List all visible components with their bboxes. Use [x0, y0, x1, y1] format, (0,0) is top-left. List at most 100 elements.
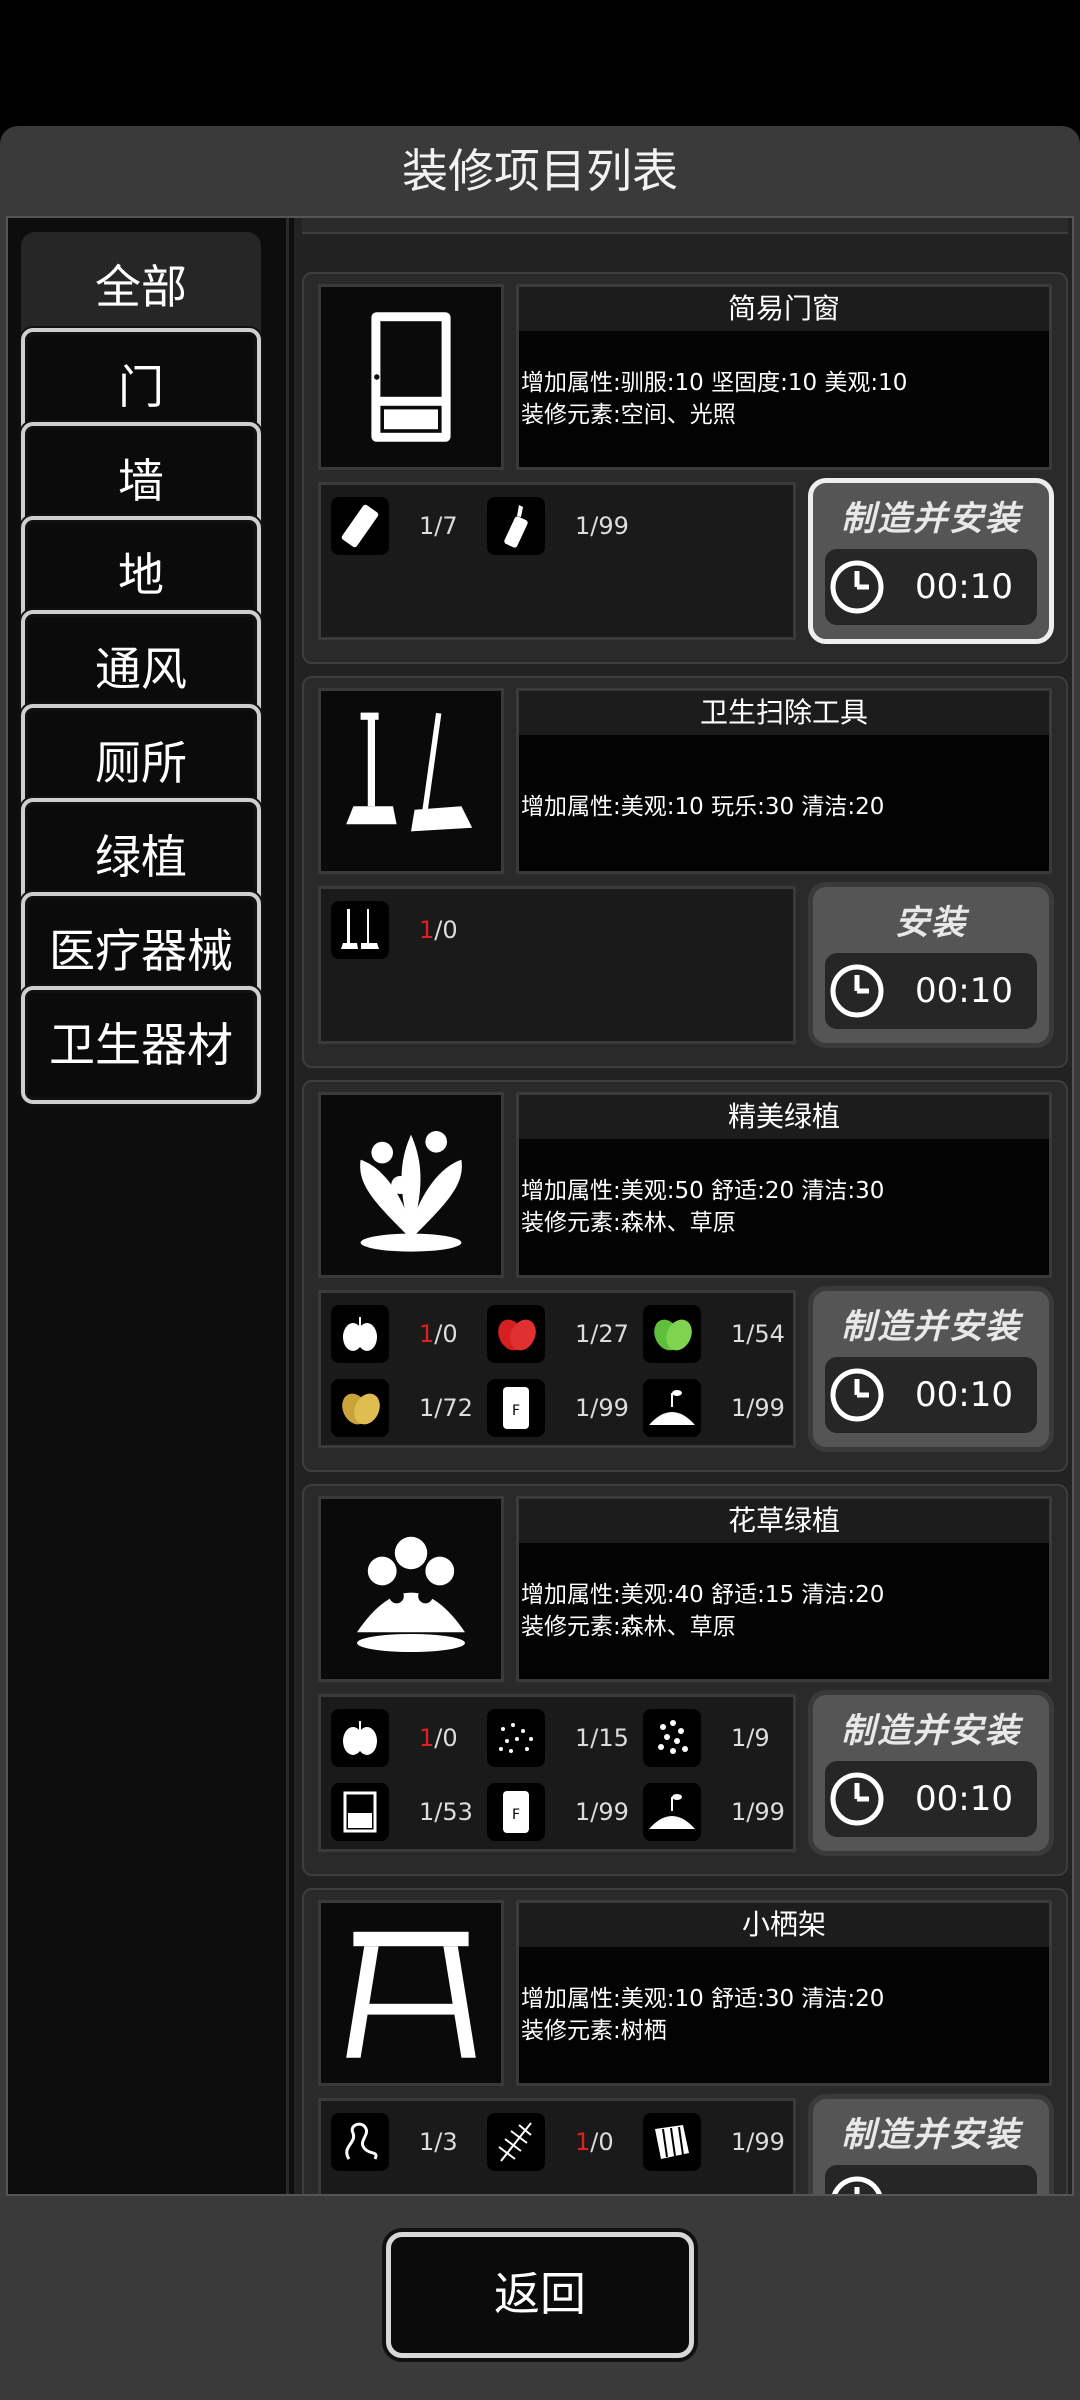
vine-icon	[331, 2113, 389, 2171]
craft-install-button[interactable]: 制造并安装 00:10	[808, 478, 1054, 644]
fertilizer-bag-icon: F	[487, 1379, 545, 1437]
material-entry: 1/72	[331, 1377, 481, 1439]
item-name: 精美绿植	[519, 1095, 1049, 1139]
materials-panel: 1/3 1/0 1/99	[318, 2098, 796, 2194]
item-elements: 装修元素:空间、光照	[521, 402, 736, 428]
flower-pot-icon	[331, 1783, 389, 1841]
flower-bush-icon	[318, 1496, 504, 1682]
item-info: 小栖架 增加属性:美观:10 舒适:30 清洁:20 装修元素:树栖	[516, 1900, 1052, 2086]
item-card: 简易门窗 增加属性:驯服:10 坚固度:10 美观:10 装修元素:空间、光照 …	[302, 272, 1068, 664]
material-entry: 1/3	[331, 2111, 481, 2173]
yellow-leaf-icon	[331, 1379, 389, 1437]
item-name: 简易门窗	[519, 287, 1049, 331]
materials-panel: 1/0 1/27 1/54 1/72 F 1/99 1/99	[318, 1290, 796, 1448]
door-window-icon	[318, 284, 504, 470]
craft-install-button[interactable]: 制造并安装	[808, 2094, 1054, 2194]
back-button[interactable]: 返回	[386, 2232, 694, 2358]
material-need: /54	[746, 1320, 785, 1348]
item-name: 花草绿植	[519, 1499, 1049, 1543]
material-entry: 1/0	[331, 1303, 481, 1365]
material-need: /72	[434, 1394, 473, 1422]
category-sidebar: 全部 门 墙 地 通风 厕所 绿植 医疗器械 卫生器材	[8, 218, 289, 2194]
material-need: /15	[590, 1724, 629, 1752]
item-card: 花草绿植 增加属性:美观:40 舒适:15 清洁:20 装修元素:森林、草原 1…	[302, 1484, 1068, 1876]
item-attributes: 增加属性:驯服:10 坚固度:10 美观:10	[521, 370, 908, 396]
materials-panel: 1/0	[318, 886, 796, 1044]
material-need: /7	[434, 512, 458, 540]
content-box: 全部 门 墙 地 通风 厕所 绿植 医疗器械 卫生器材 简易门窗 增加属性:驯服…	[6, 216, 1074, 2196]
material-entry: 1/27	[487, 1303, 637, 1365]
material-have: 1	[419, 916, 435, 944]
item-card: 小栖架 增加属性:美观:10 舒适:30 清洁:20 装修元素:树栖 1/3 1…	[302, 1888, 1068, 2194]
item-attributes: 增加属性:美观:10 玩乐:30 清洁:20	[521, 794, 885, 820]
seed-pod-icon	[331, 1709, 389, 1767]
fertilizer-bag-icon: F	[487, 1783, 545, 1841]
broom-dustpan-icon	[331, 901, 389, 959]
material-need: /99	[590, 1798, 629, 1826]
item-name: 小栖架	[519, 1903, 1049, 1947]
item-list[interactable]: 简易门窗 增加属性:驯服:10 坚固度:10 美观:10 装修元素:空间、光照 …	[294, 218, 1072, 2194]
item-attributes: 增加属性:美观:10 舒适:30 清洁:20	[521, 1986, 885, 2012]
item-card: 卫生扫除工具 增加属性:美观:10 玩乐:30 清洁:20 1/0 安装 00:…	[302, 676, 1068, 1068]
material-need: /9	[746, 1724, 770, 1752]
material-entry: 1/0	[331, 899, 481, 961]
item-name: 卫生扫除工具	[519, 691, 1049, 735]
item-card: 精美绿植 增加属性:美观:50 舒适:20 清洁:30 装修元素:森林、草原 1…	[302, 1080, 1068, 1472]
wood-plank-icon	[331, 497, 389, 555]
material-entry: 1/0	[487, 2111, 637, 2173]
material-have: 1	[419, 1724, 435, 1752]
green-leaf-icon	[643, 1305, 701, 1363]
material-need: /99	[746, 2128, 785, 2156]
materials-panel: 1/0 1/15 1/9 1/53 F 1/99 1/99	[318, 1694, 796, 1852]
material-need: /0	[590, 2128, 614, 2156]
material-need: /99	[590, 512, 629, 540]
item-elements: 装修元素:森林、草原	[521, 1210, 736, 1236]
craft-install-button[interactable]: 制造并安装 00:10	[808, 1690, 1054, 1856]
material-entry: 1/9	[643, 1707, 793, 1769]
material-need: /0	[434, 1320, 458, 1348]
red-leaf-icon	[487, 1305, 545, 1363]
category-hygiene[interactable]: 卫生器材	[21, 986, 261, 1104]
material-have: 1	[419, 2128, 435, 2156]
material-entry: 1/99	[643, 2111, 793, 2173]
fern-icon	[487, 2113, 545, 2171]
seeds-icon	[487, 1709, 545, 1767]
material-need: /99	[746, 1394, 785, 1422]
clock-icon	[830, 560, 884, 614]
material-have: 1	[731, 1394, 747, 1422]
material-need: /99	[746, 1798, 785, 1826]
material-entry: 1/54	[643, 1303, 793, 1365]
craft-install-button[interactable]: 制造并安装 00:10	[808, 1286, 1054, 1452]
materials-panel: 1/7 1/99	[318, 482, 796, 640]
action-label: 制造并安装	[841, 2115, 1021, 2155]
material-have: 1	[731, 1798, 747, 1826]
material-entry: F 1/99	[487, 1377, 637, 1439]
clock-icon	[832, 2176, 882, 2194]
action-label: 安装	[895, 903, 967, 943]
clock-icon	[830, 1772, 884, 1826]
item-elements: 装修元素:森林、草原	[521, 1614, 736, 1640]
material-have: 1	[419, 1394, 435, 1422]
material-need: /3	[434, 2128, 458, 2156]
glue-bottle-icon	[487, 497, 545, 555]
item-attributes: 增加属性:美观:40 舒适:15 清洁:20	[521, 1582, 885, 1608]
clock-icon	[830, 964, 884, 1018]
svg-text:F: F	[512, 1403, 520, 1419]
craft-time: 00:10	[915, 1779, 1013, 1819]
material-entry: 1/15	[487, 1707, 637, 1769]
item-info: 简易门窗 增加属性:驯服:10 坚固度:10 美观:10 装修元素:空间、光照	[516, 284, 1052, 470]
material-need: /27	[590, 1320, 629, 1348]
soil-sprout-icon	[643, 1379, 701, 1437]
material-need: /99	[590, 1394, 629, 1422]
material-entry: 1/99	[643, 1377, 793, 1439]
material-have: 1	[419, 1320, 435, 1348]
material-entry: 1/7	[331, 495, 481, 557]
material-entry: 1/53	[331, 1781, 481, 1843]
material-have: 1	[731, 1320, 747, 1348]
material-entry: F 1/99	[487, 1781, 637, 1843]
material-need: /53	[434, 1798, 473, 1826]
bark-icon	[643, 2113, 701, 2171]
action-label: 制造并安装	[841, 1711, 1021, 1751]
install-button[interactable]: 安装 00:10	[808, 882, 1054, 1048]
action-label: 制造并安装	[841, 1307, 1021, 1347]
